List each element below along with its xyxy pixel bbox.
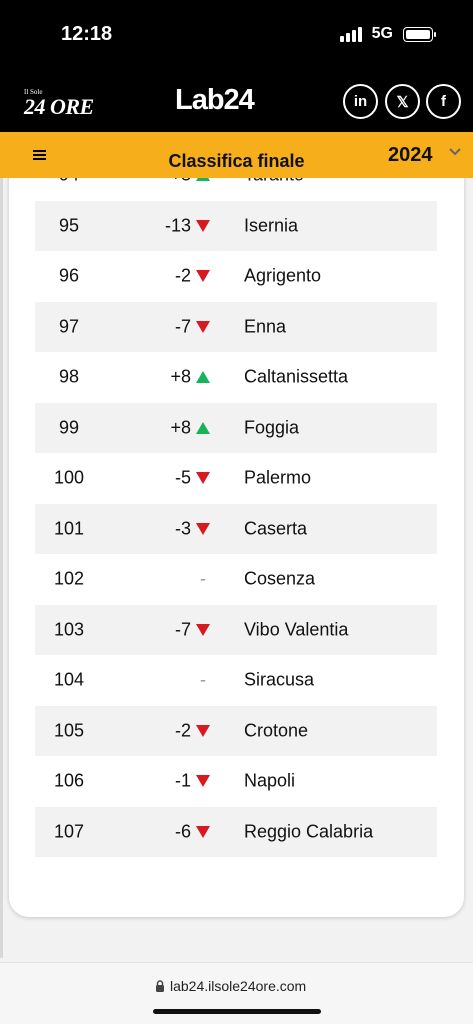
arrow-down-icon [195,522,211,536]
row-city[interactable]: Reggio Calabria [244,821,373,842]
row-rank: 97 [58,316,80,337]
row-rank: 99 [58,417,80,438]
chevron-down-icon[interactable] [449,146,461,158]
row-rank: 96 [58,265,80,286]
page-edge [0,178,3,958]
row-rank: 102 [53,568,85,589]
row-city[interactable]: Napoli [244,771,295,792]
row-change: -1 [174,770,191,791]
row-change: -6 [174,821,191,842]
table-row[interactable]: 105 -2 Crotone [35,705,437,756]
row-change: -3 [174,518,191,539]
table-row[interactable]: 102 - Cosenza [35,554,437,605]
linkedin-icon[interactable]: in [343,84,378,119]
network-label: 5G [371,25,393,42]
ranking-list: 94+3Taranto95-13Isernia96-2Agrigento97-7… [35,150,437,857]
row-change: -7 [174,316,191,337]
lock-icon [156,980,164,992]
home-indicator[interactable] [153,1009,321,1014]
table-row[interactable]: 100 -5 Palermo [35,453,437,504]
arrow-up-icon [195,421,211,435]
arrow-down-icon [195,825,211,839]
table-row[interactable]: 96 -2 Agrigento [35,251,437,302]
row-rank: 101 [53,518,85,539]
table-row[interactable]: 97 -7 Enna [35,301,437,352]
arrow-down-icon [195,219,211,233]
arrow-down-icon [195,623,211,637]
row-city[interactable]: Isernia [244,215,298,236]
row-change: -7 [174,619,191,640]
row-change: -13 [164,215,191,236]
row-change: +8 [170,417,191,438]
row-rank: 107 [53,821,85,842]
table-row[interactable]: 98 +8 Caltanissetta [35,352,437,403]
battery-icon [403,26,436,42]
x-icon[interactable]: 𝕏 [385,84,420,119]
browser-url-bar[interactable]: lab24.ilsole24ore.com [0,962,473,1024]
table-row[interactable]: 104 - Siracusa [35,655,437,706]
row-rank: 105 [53,720,85,741]
row-city[interactable]: Foggia [244,417,299,438]
row-rank: 98 [58,366,80,387]
row-city[interactable]: Palermo [244,468,311,489]
lab24-logo[interactable]: Lab24 [175,84,255,117]
row-change: - [200,568,206,589]
facebook-icon[interactable]: f [426,84,461,119]
row-rank: 100 [53,467,85,488]
row-change: - [200,669,206,690]
row-change: +8 [170,366,191,387]
arrow-down-icon [195,774,211,788]
row-city[interactable]: Caserta [244,518,307,539]
row-city[interactable]: Enna [244,316,286,337]
row-change: -2 [174,265,191,286]
signal-icon [339,26,362,42]
table-row[interactable]: 99 +8 Foggia [35,402,437,453]
table-row[interactable]: 95 -13 Isernia [35,200,437,251]
table-row[interactable]: 101 -3 Caserta [35,503,437,554]
table-row[interactable]: 103 -7 Vibo Valentia [35,604,437,655]
arrow-down-icon [195,471,211,485]
table-row[interactable]: 107 -6 Reggio Calabria [35,806,437,857]
sole24ore-logo-big: 24 ORE [24,94,94,119]
row-city[interactable]: Siracusa [244,670,314,691]
row-city[interactable]: Cosenza [244,569,315,590]
row-city[interactable]: Caltanissetta [244,367,348,388]
row-rank: 95 [58,215,80,236]
arrow-up-icon [195,370,211,384]
arrow-down-icon [195,724,211,738]
row-city[interactable]: Crotone [244,720,308,741]
row-city[interactable]: Agrigento [244,266,321,287]
url-text[interactable]: lab24.ilsole24ore.com [170,978,306,994]
row-change: -5 [174,467,191,488]
arrow-down-icon [195,320,211,334]
status-bar: 12:18 5G [0,0,473,72]
row-city[interactable]: Vibo Valentia [244,619,348,640]
table-row[interactable]: 106 -1 Napoli [35,756,437,807]
row-change: -2 [174,720,191,741]
row-rank: 106 [53,770,85,791]
sole24ore-logo[interactable]: Il Sole 24 ORE [24,88,104,119]
ranking-toolbar: Classifica finale 2024 [0,132,473,178]
status-time: 12:18 [61,23,113,45]
status-icons: 5G [339,25,436,43]
arrow-down-icon [195,269,211,283]
site-header: Il Sole 24 ORE Lab24 in 𝕏 f [0,72,473,132]
year-selector[interactable]: 2024 [388,144,433,167]
row-rank: 103 [53,619,85,640]
row-rank: 104 [53,669,85,690]
ranking-card: 94+3Taranto95-13Isernia96-2Agrigento97-7… [9,150,464,917]
